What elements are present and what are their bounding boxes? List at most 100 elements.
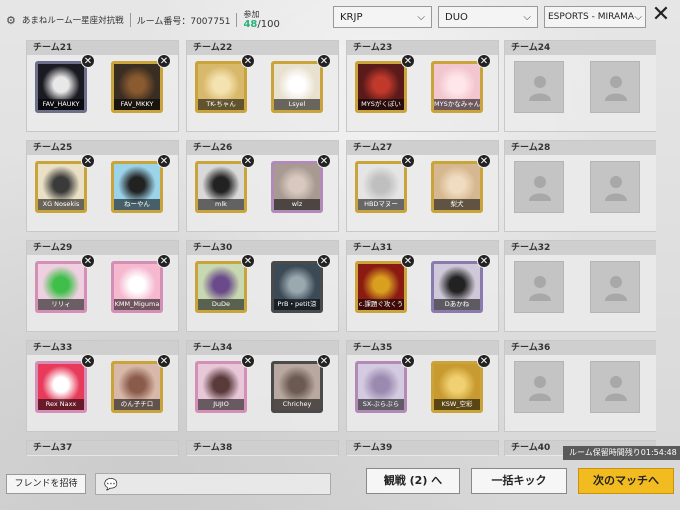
kick-player-close-icon[interactable]: ✕	[477, 154, 491, 168]
kick-player-close-icon[interactable]: ✕	[317, 354, 331, 368]
empty-player-slot[interactable]	[514, 61, 564, 113]
divider	[236, 13, 238, 27]
player-slot[interactable]: Rex Naxx ✕	[35, 354, 95, 413]
kick-player-close-icon[interactable]: ✕	[241, 54, 255, 68]
team-card: チーム22 TK-ちゃん ✕ Lsyel ✕	[186, 40, 339, 132]
avatar: wlz	[271, 161, 323, 213]
player-slot[interactable]: リリィ ✕	[35, 254, 95, 313]
kick-player-close-icon[interactable]: ✕	[477, 54, 491, 68]
map-dropdown[interactable]: ESPORTS - MIRAMA ⌵	[544, 6, 646, 28]
player-slot[interactable]: Chrichey ✕	[271, 354, 331, 413]
player-name: MYSがくぽい	[358, 99, 404, 110]
player-slot[interactable]: Dあかね ✕	[431, 254, 491, 313]
kick-player-close-icon[interactable]: ✕	[477, 354, 491, 368]
avatar: JUJIO	[195, 361, 247, 413]
kick-all-button[interactable]: 一括キック	[471, 468, 567, 494]
empty-player-slot[interactable]	[514, 261, 564, 313]
person-placeholder-icon	[604, 274, 628, 306]
team-card: チーム26 mlk ✕ wlz ✕	[186, 140, 339, 232]
hold-time-value: 01:54:48	[640, 448, 677, 457]
avatar: MYSがくぽい	[355, 61, 407, 113]
player-name: KSW_空彩	[434, 399, 480, 410]
player-slot[interactable]: Lsyel ✕	[271, 54, 331, 113]
kick-player-close-icon[interactable]: ✕	[81, 154, 95, 168]
avatar: 梨犬	[431, 161, 483, 213]
kick-player-close-icon[interactable]: ✕	[157, 354, 171, 368]
spectate-button[interactable]: 観戦 (2) へ	[366, 468, 460, 494]
settings-gear-icon[interactable]: ⚙	[6, 14, 16, 27]
close-icon[interactable]: ✕	[650, 4, 672, 27]
kick-player-close-icon[interactable]: ✕	[401, 254, 415, 268]
player-slot[interactable]: wlz ✕	[271, 154, 331, 213]
kick-player-close-icon[interactable]: ✕	[317, 254, 331, 268]
kick-player-close-icon[interactable]: ✕	[157, 154, 171, 168]
player-slot[interactable]: FAV_MKKY ✕	[111, 54, 171, 113]
kick-player-close-icon[interactable]: ✕	[401, 354, 415, 368]
team-card: チーム37	[26, 440, 179, 456]
player-name: Lsyel	[274, 99, 320, 110]
team-card: チーム33 Rex Naxx ✕ のん子チロ ✕	[26, 340, 179, 432]
kick-player-close-icon[interactable]: ✕	[241, 354, 255, 368]
avatar: Dあかね	[431, 261, 483, 313]
kick-player-close-icon[interactable]: ✕	[401, 154, 415, 168]
player-slot[interactable]: ねーやん ✕	[111, 154, 171, 213]
kick-player-close-icon[interactable]: ✕	[81, 254, 95, 268]
empty-player-slot[interactable]	[590, 261, 640, 313]
player-name: HBDマヌー	[358, 199, 404, 210]
person-placeholder-icon	[528, 374, 552, 406]
player-slot[interactable]: DuDe ✕	[195, 254, 255, 313]
team-label: チーム26	[187, 141, 338, 155]
player-slot[interactable]: SX-ぶらぶら ✕	[355, 354, 415, 413]
kick-player-close-icon[interactable]: ✕	[157, 54, 171, 68]
participant-count: 参加 48/100	[243, 10, 279, 30]
next-match-button[interactable]: 次のマッチへ	[578, 468, 674, 494]
team-card: チーム36	[504, 340, 656, 432]
kick-player-close-icon[interactable]: ✕	[81, 354, 95, 368]
player-slot[interactable]: KMM_Miguma ✕	[111, 254, 171, 313]
mode-dropdown[interactable]: DUO ⌵	[438, 6, 538, 28]
team-label: チーム27	[347, 141, 498, 155]
player-slot[interactable]: MYSかなみゃん ✕	[431, 54, 491, 113]
kick-player-close-icon[interactable]: ✕	[81, 54, 95, 68]
player-name: XG Nosekis	[38, 199, 84, 210]
player-name: TK-ちゃん	[198, 99, 244, 110]
player-slot[interactable]: KSW_空彩 ✕	[431, 354, 491, 413]
player-name: KMM_Miguma	[114, 299, 160, 310]
invite-friends-button[interactable]: フレンドを招待	[6, 474, 86, 494]
empty-player-slot[interactable]	[514, 161, 564, 213]
avatar: DuDe	[195, 261, 247, 313]
player-slot[interactable]: XG Nosekis ✕	[35, 154, 95, 213]
kick-player-close-icon[interactable]: ✕	[157, 254, 171, 268]
player-slot[interactable]: c.課題ぐ攻くう ✕	[355, 254, 415, 313]
kick-player-close-icon[interactable]: ✕	[401, 54, 415, 68]
player-slot[interactable]: MYSがくぽい ✕	[355, 54, 415, 113]
server-dropdown[interactable]: KRJP ⌵	[333, 6, 432, 28]
room-name: あまねルーム一星座対抗戦	[21, 16, 124, 26]
player-slot[interactable]: JUJIO ✕	[195, 354, 255, 413]
chevron-down-icon: ⌵	[634, 11, 642, 23]
player-slot[interactable]: HBDマヌー ✕	[355, 154, 415, 213]
empty-player-slot[interactable]	[590, 361, 640, 413]
player-slot[interactable]: FAV_HAUKY ✕	[35, 54, 95, 113]
team-label: チーム36	[505, 341, 656, 355]
avatar: KMM_Miguma	[111, 261, 163, 313]
chat-input[interactable]: 💬	[95, 473, 331, 495]
player-name: FAV_MKKY	[114, 99, 160, 110]
player-slot[interactable]: 梨犬 ✕	[431, 154, 491, 213]
kick-player-close-icon[interactable]: ✕	[317, 54, 331, 68]
player-slot[interactable]: のん子チロ ✕	[111, 354, 171, 413]
empty-player-slot[interactable]	[514, 361, 564, 413]
player-slot[interactable]: mlk ✕	[195, 154, 255, 213]
avatar: XG Nosekis	[35, 161, 87, 213]
player-name: Chrichey	[274, 399, 320, 410]
kick-player-close-icon[interactable]: ✕	[477, 254, 491, 268]
kick-player-close-icon[interactable]: ✕	[241, 254, 255, 268]
participants-current: 48	[243, 19, 258, 30]
empty-player-slot[interactable]	[590, 61, 640, 113]
kick-player-close-icon[interactable]: ✕	[241, 154, 255, 168]
top-bar: ⚙ あまねルーム一星座対抗戦 ルーム番号：7007751 参加 48/100 K…	[0, 0, 680, 38]
player-slot[interactable]: PrB・petit涼 ✕	[271, 254, 331, 313]
player-slot[interactable]: TK-ちゃん ✕	[195, 54, 255, 113]
empty-player-slot[interactable]	[590, 161, 640, 213]
kick-player-close-icon[interactable]: ✕	[317, 154, 331, 168]
